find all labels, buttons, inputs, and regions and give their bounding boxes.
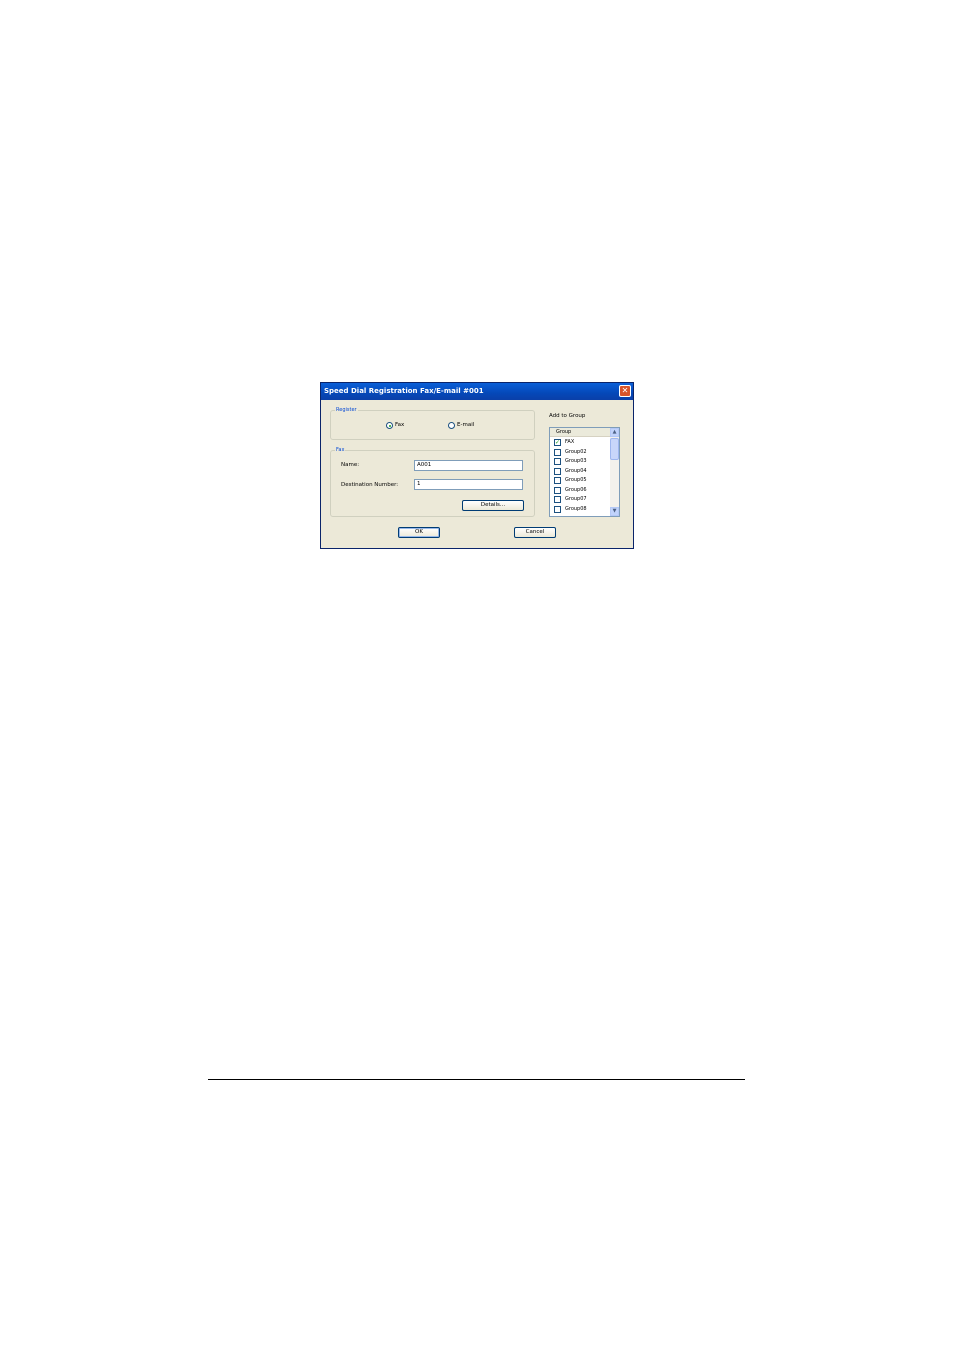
checkbox-icon[interactable]: [554, 486, 561, 494]
group-item-label: Group04: [565, 467, 587, 474]
group-item-group06[interactable]: Group06: [554, 486, 610, 495]
group-item-label: Group08: [565, 505, 587, 512]
fax-group: Fax Name: A001 Destination Number: 1 Det…: [330, 446, 535, 517]
group-item-label: FAX: [565, 439, 575, 445]
group-item-group04[interactable]: Group04: [554, 467, 610, 476]
checkbox-icon[interactable]: [554, 477, 561, 484]
dialog-title: Speed Dial Registration Fax/E-mail #001: [324, 387, 484, 395]
destination-number-input[interactable]: 1: [414, 479, 523, 490]
group-scrollbar[interactable]: ▲ ▼: [610, 428, 619, 516]
close-icon[interactable]: ✕: [619, 385, 631, 397]
radio-fax-label[interactable]: Fax: [395, 421, 404, 429]
radio-email-label[interactable]: E-mail: [457, 421, 474, 429]
radio-email-icon[interactable]: [448, 422, 455, 429]
register-legend: Register: [335, 406, 358, 414]
group-item-label: Group07: [565, 496, 587, 502]
group-column-header[interactable]: Group: [550, 428, 611, 437]
scroll-down-icon[interactable]: ▼: [610, 507, 619, 516]
add-to-group-label: Add to Group: [549, 413, 586, 419]
group-item-group02[interactable]: Group02: [554, 448, 610, 457]
ok-button[interactable]: OK: [398, 527, 440, 538]
group-item-group03[interactable]: Group03: [554, 457, 610, 466]
dialog-titlebar[interactable]: Speed Dial Registration Fax/E-mail #001: [321, 383, 633, 400]
radio-fax-icon[interactable]: [386, 422, 393, 429]
group-item-group05[interactable]: Group05: [554, 476, 610, 485]
fax-legend: Fax: [335, 446, 346, 454]
destination-number-label: Destination Number:: [341, 482, 399, 488]
group-listbox[interactable]: Group ✓ FAX Group02 Group03 Group04 Grou…: [549, 427, 620, 517]
group-item-group08[interactable]: Group08: [554, 505, 610, 514]
register-group: Register Fax E-mail: [330, 406, 535, 440]
group-item-label: Group03: [565, 458, 587, 464]
group-item-label: Group05: [565, 477, 587, 483]
name-label: Name:: [341, 462, 360, 468]
checkbox-icon[interactable]: [554, 505, 561, 513]
scroll-thumb[interactable]: [610, 438, 619, 460]
checkbox-icon[interactable]: [554, 467, 561, 475]
checkbox-icon[interactable]: [554, 496, 561, 503]
checkbox-icon[interactable]: [554, 458, 561, 465]
details-button[interactable]: Details...: [462, 500, 524, 511]
speed-dial-dialog: Speed Dial Registration Fax/E-mail #001 …: [320, 382, 634, 549]
checkbox-checked-icon[interactable]: ✓: [554, 439, 561, 446]
group-item-label: Group02: [565, 448, 587, 455]
group-item-fax[interactable]: ✓ FAX: [554, 438, 610, 447]
group-item-group07[interactable]: Group07: [554, 495, 610, 504]
checkbox-icon[interactable]: [554, 448, 561, 456]
scroll-up-icon[interactable]: ▲: [610, 428, 619, 437]
group-item-label: Group06: [565, 486, 587, 493]
name-input[interactable]: A001: [414, 460, 523, 471]
page-footer-rule: [208, 1079, 745, 1080]
cancel-button[interactable]: Cancel: [514, 527, 556, 538]
